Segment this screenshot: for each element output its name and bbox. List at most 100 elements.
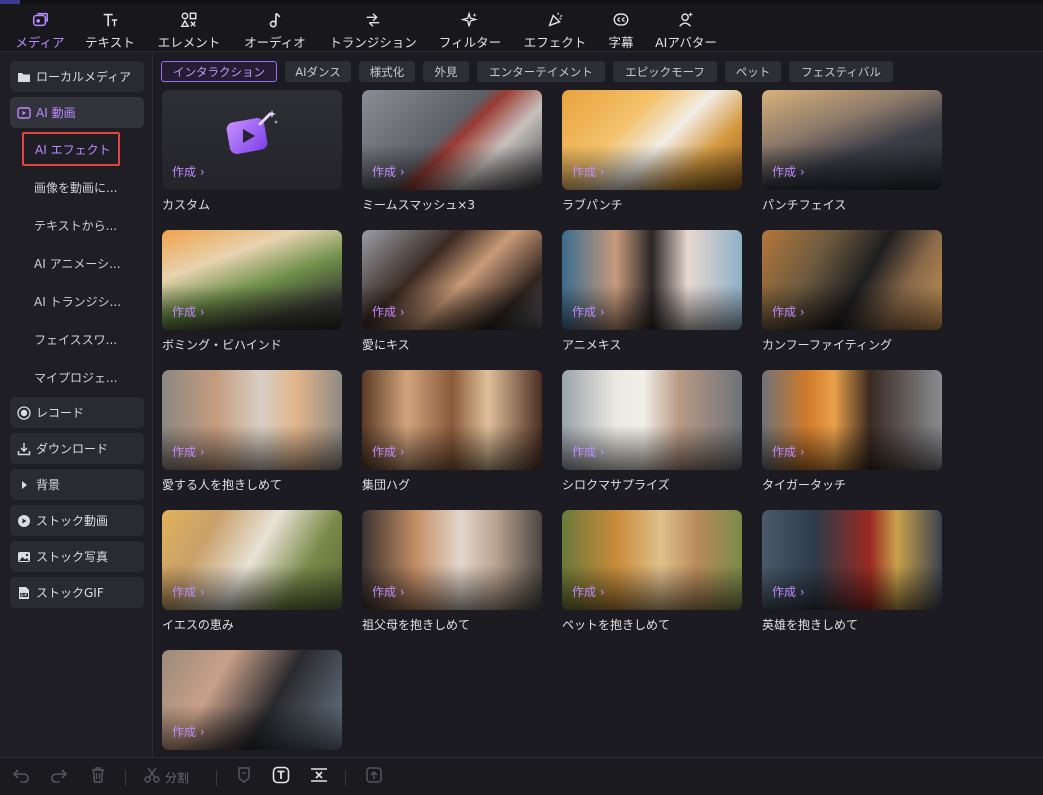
toolbar-divider (345, 770, 346, 786)
effect-card-title: アニメキス (562, 338, 622, 352)
tab-captions[interactable]: 字幕 (603, 4, 639, 52)
effect-card-title: 英雄を抱きしめて (762, 618, 859, 632)
text-box-button[interactable] (272, 758, 290, 795)
sidebar-item-ai-video[interactable]: AI 動画 (10, 97, 144, 128)
effect-card-group-hug[interactable]: 作成 › (362, 370, 542, 470)
effect-card-meme-smash[interactable]: 作成 › (362, 90, 542, 190)
effect-card-hug-loved-one[interactable]: 作成 › (162, 370, 342, 470)
sidebar-subitem-label: マイプロジェ... (34, 370, 118, 385)
export-button[interactable] (365, 758, 383, 795)
effect-card-polar-bear[interactable]: 作成 › (562, 370, 742, 470)
delete-button[interactable] (89, 758, 107, 795)
sidebar-subitem-my-projects[interactable]: マイプロジェ... (22, 362, 142, 392)
effect-card-title: シロクマサプライズ (562, 478, 670, 492)
chip-appearance[interactable]: 外見 (423, 61, 469, 82)
tab-filter[interactable]: フィルター (435, 4, 505, 52)
cut-range-icon (310, 766, 328, 788)
tab-label: AIアバター (655, 35, 717, 50)
effect-card-bombing-behind[interactable]: 作成 › (162, 230, 342, 330)
create-link: 作成 › (772, 445, 805, 459)
sidebar-subitem-face-swap[interactable]: フェイススワ... (22, 324, 142, 354)
chip-ai-dance[interactable]: AIダンス (285, 61, 351, 82)
sidebar-item-label: レコード (36, 406, 85, 420)
effect-card-title: 祖父母を抱きしめて (362, 618, 471, 632)
sidebar-subitem-label: フェイススワ... (34, 332, 118, 347)
effect-card-hug-grandparents[interactable]: 作成 › (362, 510, 542, 610)
sidebar-item-label: ストックGIF (36, 586, 104, 600)
effect-card-kung-fu[interactable]: 作成 › (762, 230, 942, 330)
tab-element[interactable]: エレメント (154, 4, 224, 52)
effect-card-title: ペットを抱きしめて (562, 618, 671, 632)
tab-ai-avatar[interactable]: AIアバター (652, 4, 720, 52)
gif-icon (16, 585, 31, 600)
effect-card-title: ボミング・ビハインド (162, 338, 282, 352)
effect-card-hug-pet[interactable]: 作成 › (562, 510, 742, 610)
sidebar-subitem-ai-effect[interactable]: AI エフェクト (22, 132, 120, 166)
chip-stylize[interactable]: 様式化 (359, 61, 415, 82)
tab-media[interactable]: メディア (10, 4, 70, 52)
effect-card-hug-hero[interactable]: 作成 › (762, 510, 942, 610)
sidebar-subitem-label: AI トランジシ... (34, 294, 122, 309)
sidebar-item-local-media[interactable]: ローカルメディア (10, 61, 144, 92)
effect-card-anime-kiss[interactable]: 作成 › (562, 230, 742, 330)
tab-label: トランジション (329, 35, 417, 50)
sidebar-item-stock-video[interactable]: ストック動画 (10, 505, 144, 536)
tab-label: エフェクト (523, 35, 587, 50)
chip-festival[interactable]: フェスティバル (789, 61, 893, 82)
chip-epic-morph[interactable]: エピックモーフ (613, 61, 717, 82)
avatar-icon (676, 10, 696, 30)
create-link: 作成 › (172, 725, 205, 739)
sidebar-subitem-label: テキストから... (34, 218, 118, 233)
chip-label: インタラクション (173, 64, 265, 79)
element-icon (179, 10, 199, 30)
sidebar-item-background[interactable]: 背景 (10, 469, 144, 500)
effect-card-tiger-touch[interactable]: 作成 › (762, 370, 942, 470)
effect-card-kiss[interactable]: 作成 › (362, 230, 542, 330)
sidebar-item-download[interactable]: ダウンロード (10, 433, 144, 464)
tab-label: オーディオ (244, 35, 306, 50)
redo-icon (50, 766, 68, 788)
effect-card-love-punch[interactable]: 作成 › (562, 90, 742, 190)
undo-button[interactable] (12, 758, 30, 795)
sidebar-item-label: AI 動画 (36, 106, 76, 120)
effect-card-title: タイガータッチ (762, 478, 847, 492)
sidebar-subitem-label: AI アニメーシ... (34, 256, 121, 271)
chip-label: 外見 (434, 64, 458, 79)
chip-pet[interactable]: ペット (725, 61, 781, 82)
effect-card-title: 集団ハグ (362, 478, 411, 492)
tab-label: エレメント (157, 35, 221, 50)
cut-range-button[interactable] (310, 758, 328, 795)
create-link: 作成 › (172, 445, 205, 459)
redo-button[interactable] (50, 758, 68, 795)
trash-icon (89, 766, 107, 788)
marker-button[interactable] (235, 758, 253, 795)
effect-card-punch-face[interactable]: 作成 › (762, 90, 942, 190)
create-link: 作成 › (172, 305, 205, 319)
sidebar-subitem-ai-animation[interactable]: AI アニメーシ... (22, 248, 142, 278)
create-link: 作成 › (572, 445, 605, 459)
chip-interaction[interactable]: インタラクション (161, 61, 277, 82)
filter-sparkle-icon (460, 10, 480, 30)
create-link: 作成 › (772, 585, 805, 599)
tab-transition[interactable]: トランジション (325, 4, 421, 52)
create-link: 作成 › (172, 585, 205, 599)
sidebar-subitem-image-to-video[interactable]: 画像を動画に... (22, 172, 142, 202)
effect-card-heart-hands[interactable]: 作成 › (162, 650, 342, 750)
effect-card-jesus-blessing[interactable]: 作成 › (162, 510, 342, 610)
split-button[interactable]: 分割 (143, 758, 189, 795)
chip-entertainment[interactable]: エンターテイメント (477, 61, 605, 82)
text-box-icon (272, 766, 290, 788)
tab-effect[interactable]: エフェクト (520, 4, 590, 52)
effect-card-custom[interactable]: 作成 › (162, 90, 342, 190)
sidebar-item-stock-gif[interactable]: ストックGIF (10, 577, 144, 608)
sidebar-item-record[interactable]: レコード (10, 397, 144, 428)
sidebar-item-stock-photo[interactable]: ストック写真 (10, 541, 144, 572)
chip-label: 様式化 (369, 64, 405, 79)
sidebar-subitem-text-to-video[interactable]: テキストから... (22, 210, 142, 240)
create-link: 作成 › (372, 585, 405, 599)
tab-audio[interactable]: オーディオ (238, 4, 312, 52)
tab-text[interactable]: テキスト (82, 4, 138, 52)
effect-card-title: ラブパンチ (562, 198, 623, 212)
sidebar-subitem-ai-transition[interactable]: AI トランジシ... (22, 286, 142, 316)
create-link: 作成 › (372, 165, 405, 179)
